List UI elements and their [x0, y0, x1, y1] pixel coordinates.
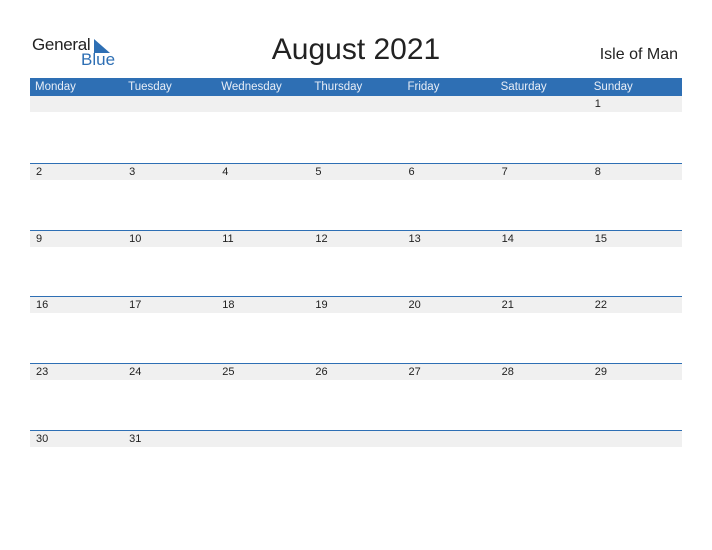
day-cell [403, 96, 496, 112]
day-cell: 1 [594, 98, 601, 110]
day-cell: 14 [501, 232, 514, 245]
day-cell: 17 [129, 299, 142, 312]
day-cell: 11 [222, 232, 234, 245]
weeks-container: 1 2 3 4 5 6 7 8 9 10 11 12 13 14 15 16 17 18 19 20 21 22 23 24 2… [30, 96, 682, 497]
weekday-header: Monday Tuesday Wednesday Thursday Friday… [30, 78, 682, 96]
day-cell: 27 [408, 366, 421, 379]
day-cell [309, 431, 402, 447]
day-cell: 9 [36, 232, 43, 245]
day-cell: 22 [594, 299, 607, 312]
day-cell: 5 [315, 165, 322, 178]
day-cell [123, 96, 216, 112]
day-number-bar: 1 [30, 96, 682, 112]
day-cell: 21 [501, 299, 514, 312]
week-row: 30 31 [30, 429, 682, 497]
day-cell: 30 [36, 432, 49, 445]
weekday-wednesday: Wednesday [221, 81, 282, 93]
day-number-bar: 9 10 11 12 13 14 15 [30, 230, 682, 247]
day-number-bar: 2 3 4 5 6 7 8 [30, 163, 682, 180]
day-cell [309, 96, 402, 112]
day-cell [216, 431, 309, 447]
weekday-saturday: Saturday [500, 81, 547, 93]
weekday-monday: Monday [35, 81, 76, 93]
day-cell: 26 [315, 366, 328, 379]
day-cell: 25 [222, 366, 235, 379]
calendar-grid: Monday Tuesday Wednesday Thursday Friday… [30, 78, 682, 497]
day-cell: 12 [315, 232, 328, 245]
day-cell: 28 [501, 366, 514, 379]
day-cell: 3 [129, 165, 136, 178]
day-cell: 4 [222, 165, 229, 178]
day-number-bar: 23 24 25 26 27 28 29 [30, 364, 682, 381]
weekday-friday: Friday [407, 81, 440, 93]
week-row: 16 17 18 19 20 21 22 [30, 296, 682, 363]
day-cell: 31 [129, 432, 142, 445]
day-cell [216, 96, 309, 112]
week-row: 23 24 25 26 27 28 29 [30, 363, 682, 430]
day-cell: 6 [408, 165, 415, 178]
week-row: 1 [30, 96, 682, 163]
day-cell: 15 [594, 232, 607, 245]
day-cell: 2 [36, 165, 43, 178]
day-cell: 16 [36, 299, 49, 312]
day-cell [496, 431, 589, 447]
weekday-thursday: Thursday [314, 81, 363, 93]
day-cell: 19 [315, 299, 328, 312]
day-cell: 13 [408, 232, 421, 245]
day-cell: 23 [36, 366, 49, 379]
day-cell [496, 96, 589, 112]
day-cell [403, 431, 496, 447]
weekday-tuesday: Tuesday [128, 81, 172, 93]
day-cell: 18 [222, 299, 235, 312]
day-cell: 20 [408, 299, 421, 312]
day-cell: 29 [594, 366, 607, 379]
day-number-bar: 16 17 18 19 20 21 22 [30, 297, 682, 314]
day-number-bar: 30 31 [30, 430, 682, 447]
week-row: 9 10 11 12 13 14 15 [30, 229, 682, 297]
day-cell: 10 [129, 232, 142, 245]
day-cell [30, 96, 123, 112]
day-cell [589, 431, 682, 447]
day-cell: 7 [501, 165, 508, 178]
weekday-sunday: Sunday [593, 81, 633, 93]
country-label: Isle of Man [599, 46, 678, 63]
day-cell: 24 [129, 366, 142, 379]
week-row: 2 3 4 5 6 7 8 [30, 162, 682, 230]
day-cell: 8 [594, 165, 601, 178]
